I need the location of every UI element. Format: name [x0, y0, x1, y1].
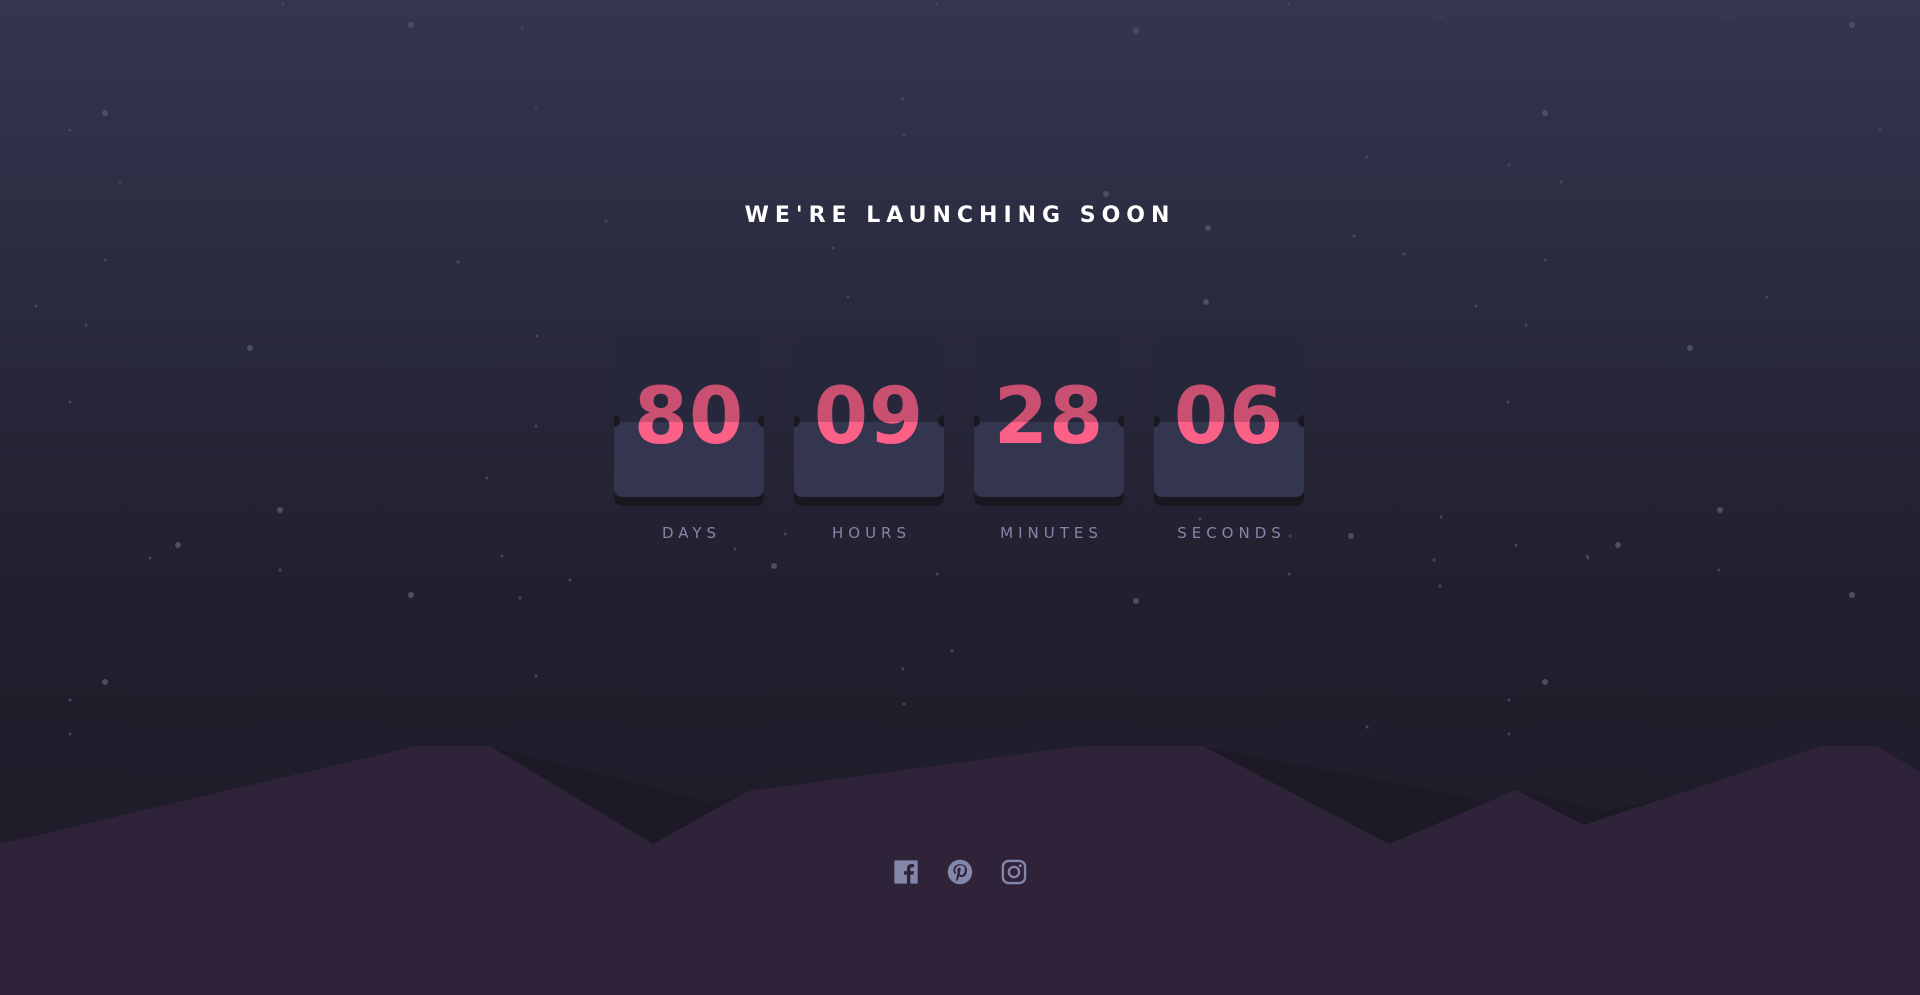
- pinterest-link[interactable]: [946, 858, 974, 886]
- social-links: [892, 858, 1028, 886]
- flip-card: 06: [1154, 337, 1304, 497]
- pinterest-icon: [947, 859, 973, 885]
- page-title: WE'RE LAUNCHING SOON: [744, 203, 1176, 228]
- countdown-seconds: 06 SECONDS: [1154, 337, 1304, 542]
- flip-card: 28: [974, 337, 1124, 497]
- minutes-label: MINUTES: [1000, 524, 1103, 542]
- instagram-icon: [1001, 859, 1027, 885]
- facebook-icon: [894, 860, 918, 884]
- hours-label: HOURS: [831, 524, 911, 542]
- countdown-days: 80 DAYS: [614, 337, 764, 542]
- countdown-hours: 09 HOURS: [794, 337, 944, 542]
- countdown-minutes: 28 MINUTES: [974, 337, 1124, 542]
- flip-card: 80: [614, 337, 764, 497]
- seconds-label: SECONDS: [1177, 524, 1286, 542]
- countdown-timer: 80 DAYS 09 HOURS 28 MINUTES 06 SECONDS: [614, 337, 1306, 547]
- instagram-link[interactable]: [1000, 858, 1028, 886]
- flip-card: 09: [794, 337, 944, 497]
- days-label: DAYS: [661, 524, 722, 542]
- facebook-link[interactable]: [892, 858, 920, 886]
